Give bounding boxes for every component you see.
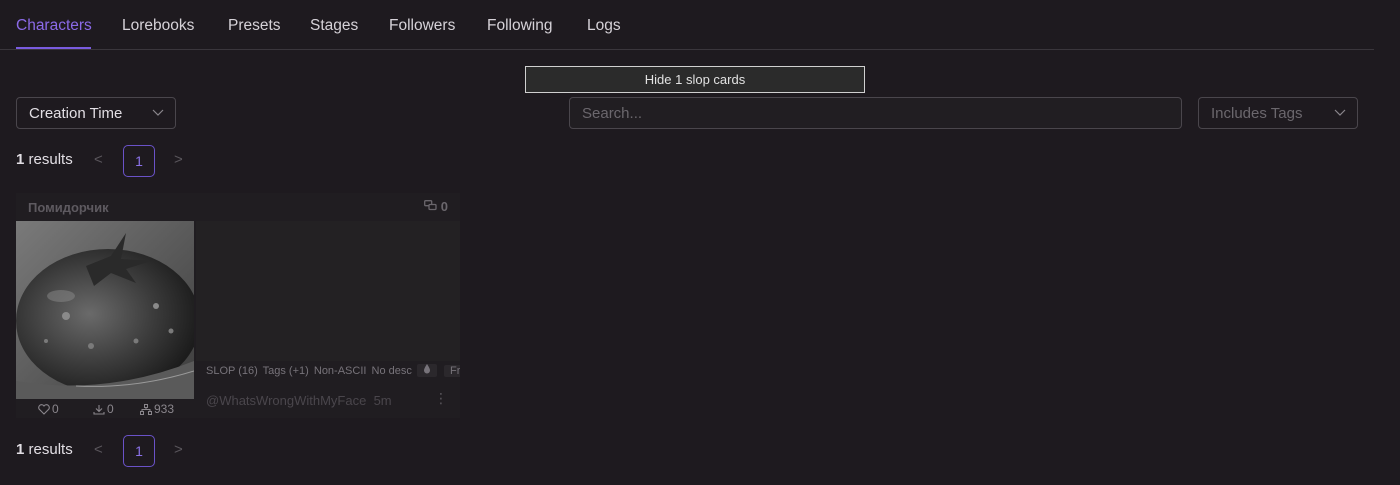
tag-slop: SLOP (16) [206, 365, 258, 377]
hide-slop-button[interactable]: Hide 1 slop cards [525, 66, 865, 93]
tab-logs[interactable]: Logs [587, 17, 621, 35]
tags-filter-placeholder: Includes Tags [1211, 105, 1303, 122]
tab-characters[interactable]: Characters [16, 17, 92, 35]
tag-tags-count: Tags (+1) [262, 365, 309, 377]
tag-no-desc: No desc [371, 365, 412, 377]
card-menu-button[interactable]: ⋮ [434, 390, 448, 407]
tag-non-ascii: Non-ASCII [313, 365, 367, 377]
tag-fruit[interactable]: Fru [444, 365, 460, 377]
flame-icon [416, 364, 437, 377]
next-page-button[interactable]: > [174, 441, 183, 458]
pagination-bottom: 1 results < 1 > [16, 435, 216, 467]
chevron-down-icon [152, 109, 164, 116]
tokens-stat: 933 [140, 402, 174, 416]
likes-stat[interactable]: 0 [38, 402, 59, 416]
chat-count: 0 [424, 199, 448, 214]
results-count: 1 results [16, 441, 73, 458]
downloads-stat[interactable]: 0 [93, 402, 114, 416]
next-page-button[interactable]: > [174, 151, 183, 168]
tab-following[interactable]: Following [487, 17, 552, 35]
page-button-1[interactable]: 1 [123, 435, 155, 467]
chat-bubbles-icon [424, 200, 437, 211]
active-tab-indicator [16, 47, 91, 49]
card-author[interactable]: @WhatsWrongWithMyFace 5m [206, 393, 392, 408]
tab-stages[interactable]: Stages [310, 17, 358, 35]
search-box [569, 97, 1182, 129]
results-count: 1 results [16, 151, 73, 168]
sort-select-value: Creation Time [29, 105, 123, 122]
hierarchy-icon [140, 404, 152, 415]
tab-presets[interactable]: Presets [228, 17, 281, 35]
character-avatar-image [16, 221, 194, 399]
tab-lorebooks[interactable]: Lorebooks [122, 17, 194, 35]
page-button-1[interactable]: 1 [123, 145, 155, 177]
card-description [196, 221, 460, 361]
card-name: Помидорчик [28, 200, 109, 215]
chevron-down-icon [1334, 109, 1346, 116]
sort-select[interactable]: Creation Time [16, 97, 176, 129]
prev-page-button[interactable]: < [94, 441, 103, 458]
pagination-top: 1 results < 1 > [16, 145, 216, 177]
search-input[interactable] [570, 98, 1181, 128]
tags-filter-select[interactable]: Includes Tags [1198, 97, 1358, 129]
card-tag-list: SLOP (16) Tags (+1) Non-ASCII No desc Fr… [206, 364, 460, 380]
download-icon [93, 405, 105, 415]
heart-icon [38, 404, 50, 415]
prev-page-button[interactable]: < [94, 151, 103, 168]
character-card[interactable]: Помидорчик 0 SLOP (16) Tags (+1) Non-ASC… [16, 193, 460, 418]
tab-followers[interactable]: Followers [389, 17, 455, 35]
tab-bar: Characters Lorebooks Presets Stages Foll… [0, 0, 1374, 50]
